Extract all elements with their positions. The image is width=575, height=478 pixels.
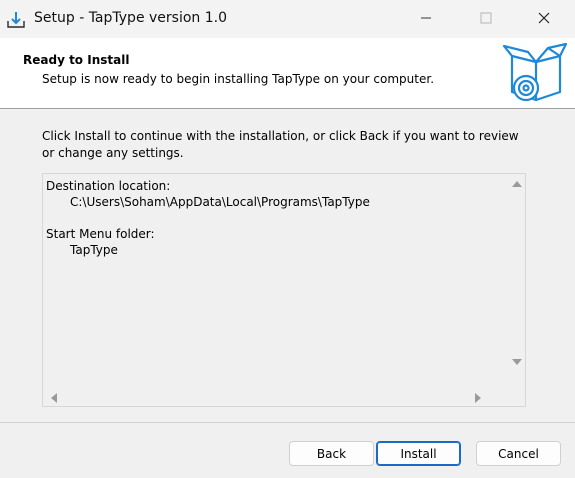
cancel-button[interactable]: Cancel — [476, 441, 561, 466]
back-button[interactable]: Back — [289, 441, 374, 466]
maximize-button[interactable] — [463, 0, 509, 38]
installer-download-icon — [6, 10, 26, 30]
minimize-button[interactable] — [403, 0, 449, 38]
software-box-disc-icon — [502, 42, 568, 104]
memo-spacer — [46, 210, 370, 226]
close-button[interactable] — [521, 0, 567, 38]
install-button[interactable]: Install — [376, 441, 461, 466]
scroll-left-arrow-icon[interactable] — [51, 393, 57, 403]
instructions-text: Click Install to continue with the insta… — [42, 129, 519, 160]
destination-label: Destination location: — [46, 179, 171, 193]
page-title: Ready to Install — [23, 53, 130, 67]
destination-value: C:\Users\Soham\AppData\Local\Programs\Ta… — [70, 195, 370, 209]
setup-window: Setup - TapType version 1.0 Ready to Ins… — [0, 0, 575, 478]
wizard-header: Ready to Install Setup is now ready to b… — [0, 38, 575, 109]
memo-content: Destination location: C:\Users\Soham\App… — [46, 178, 370, 258]
start-menu-value: TapType — [70, 243, 118, 257]
horizontal-scrollbar[interactable] — [43, 389, 509, 406]
minimize-icon — [420, 12, 432, 27]
close-icon — [538, 12, 550, 27]
maximize-icon — [480, 12, 492, 27]
footer-divider — [0, 422, 575, 423]
scroll-up-arrow-icon[interactable] — [512, 181, 522, 187]
ready-memo[interactable]: Destination location: C:\Users\Soham\App… — [42, 173, 526, 407]
vertical-scrollbar[interactable] — [508, 174, 525, 390]
scroll-down-arrow-icon[interactable] — [512, 359, 522, 365]
scroll-right-arrow-icon[interactable] — [475, 393, 481, 403]
title-bar[interactable]: Setup - TapType version 1.0 — [0, 0, 575, 38]
start-menu-label: Start Menu folder: — [46, 227, 155, 241]
page-subtitle: Setup is now ready to begin installing T… — [42, 72, 435, 86]
window-title: Setup - TapType version 1.0 — [34, 10, 227, 26]
